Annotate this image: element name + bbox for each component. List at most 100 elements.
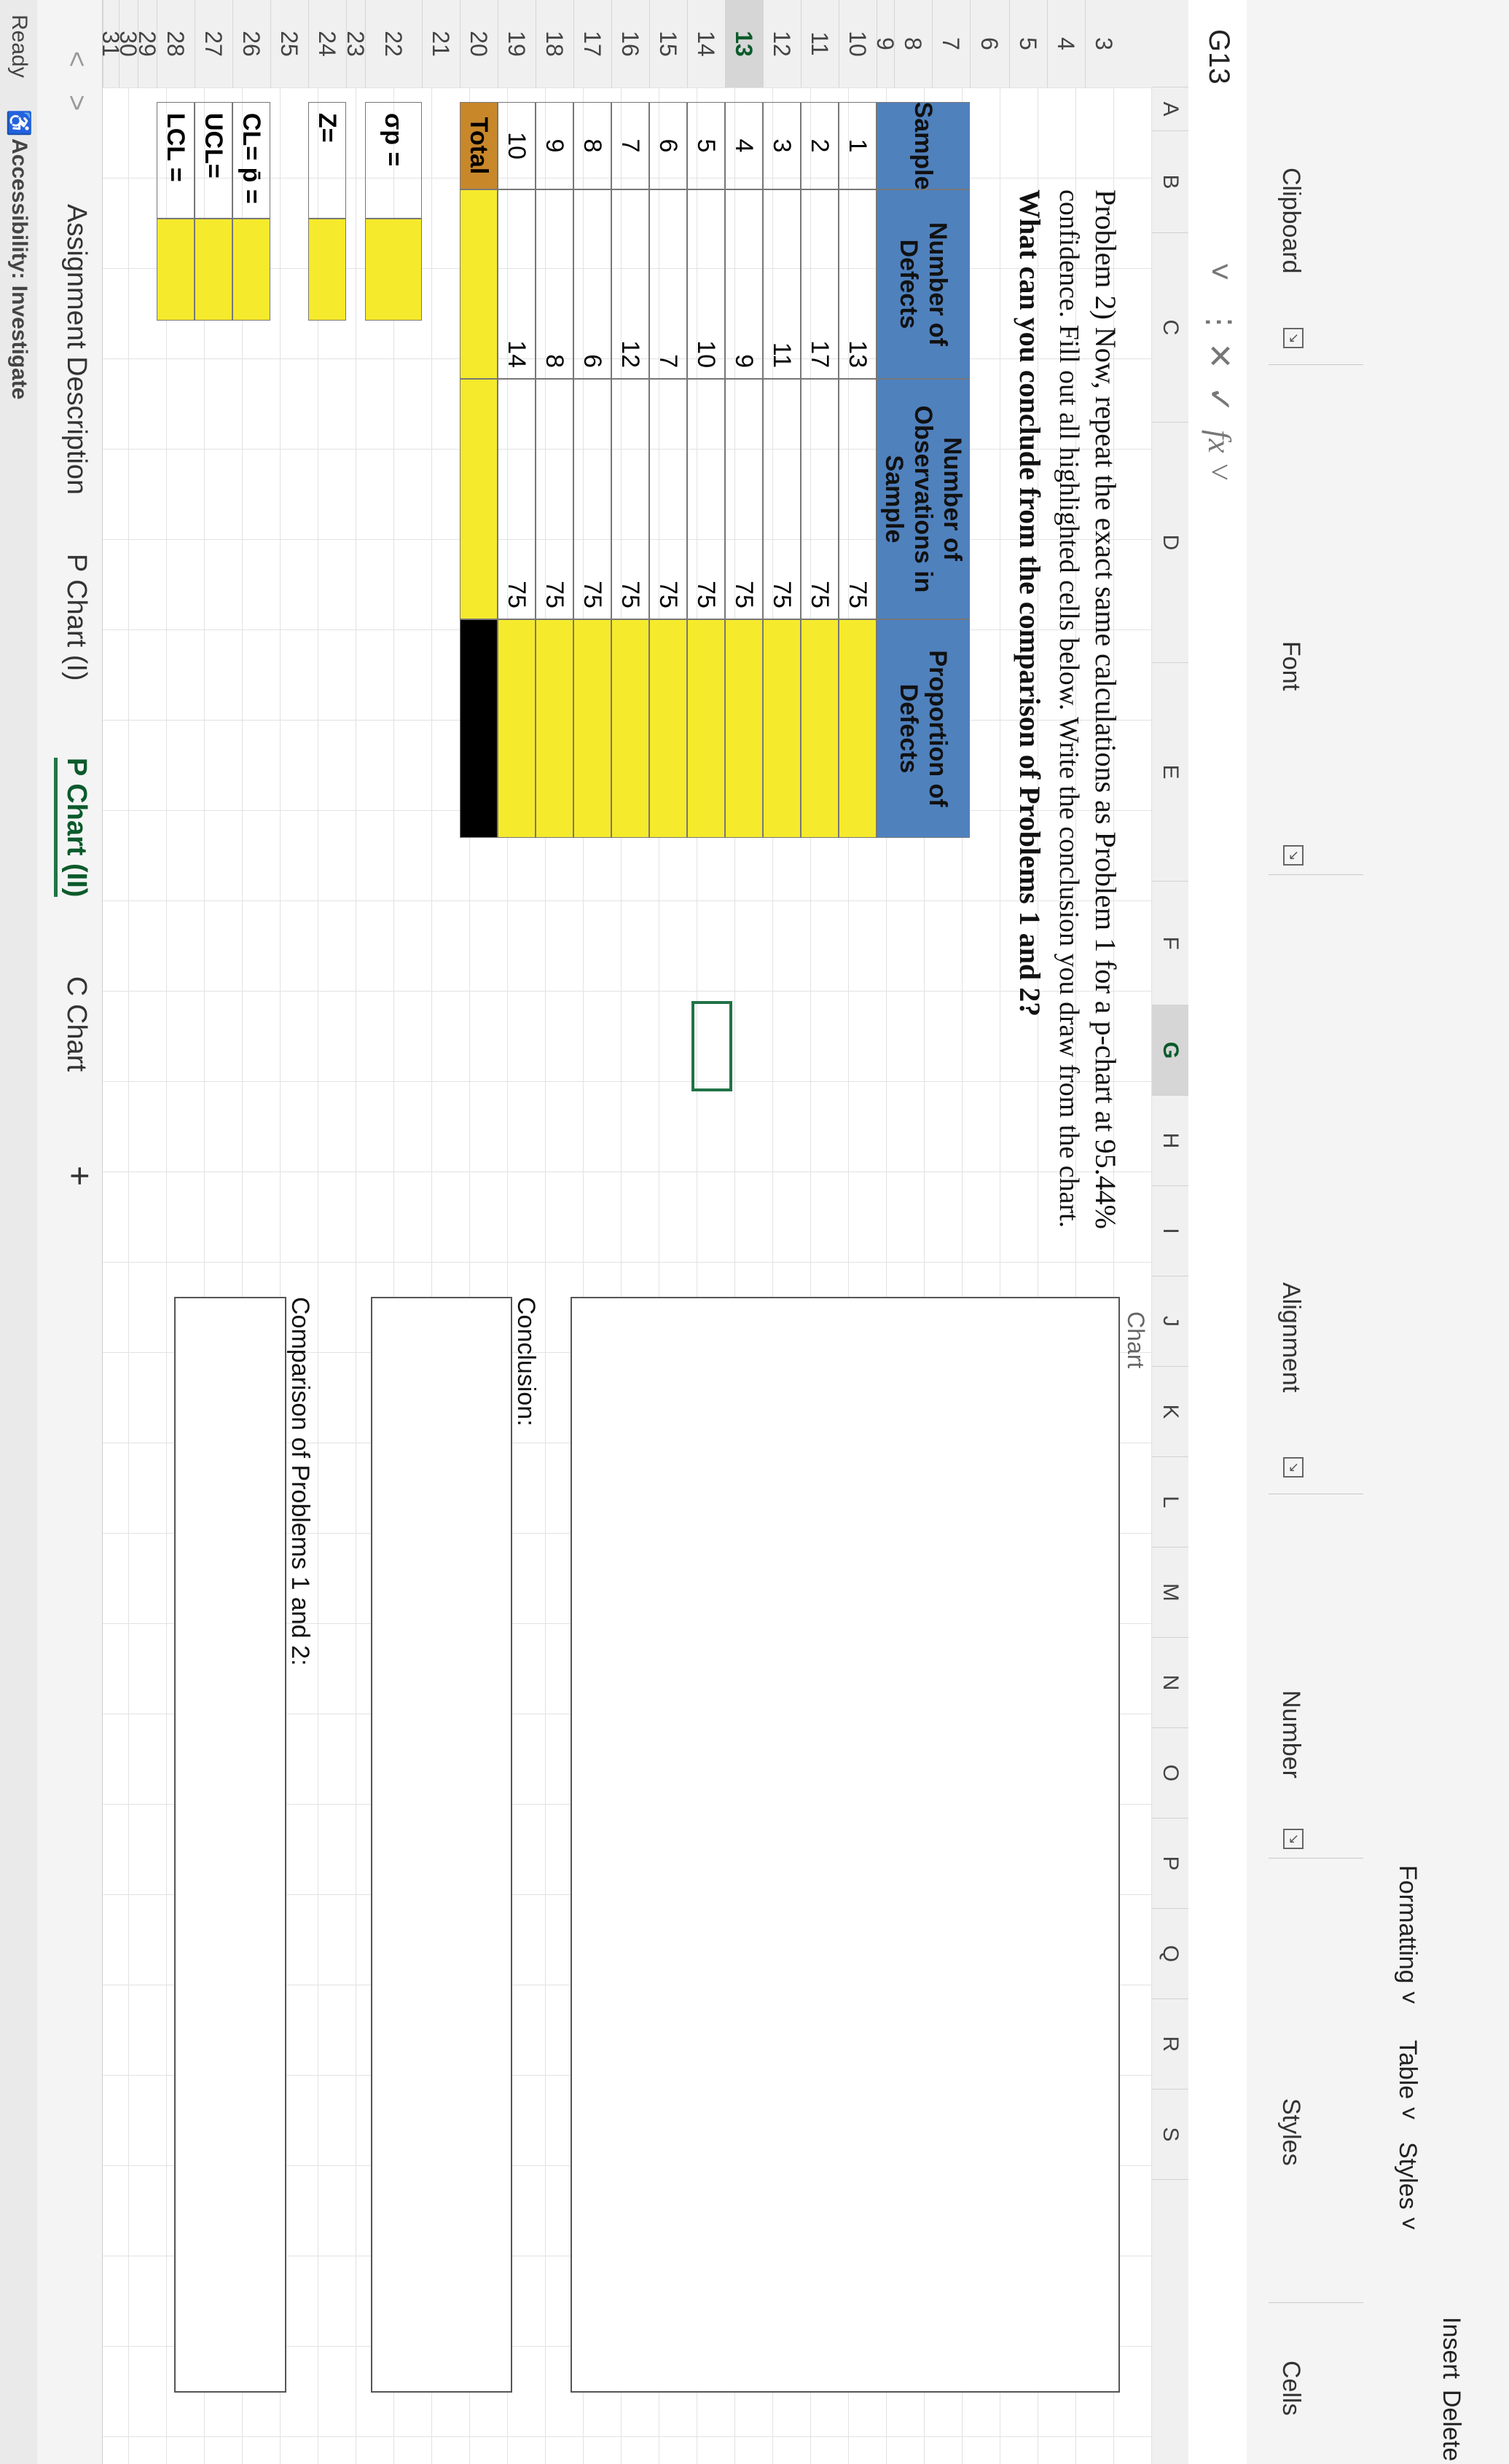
- row-header-6[interactable]: 6: [970, 0, 1009, 87]
- column-header-c[interactable]: C: [1152, 233, 1188, 423]
- row-header-18[interactable]: 18: [536, 0, 573, 87]
- add-sheet-icon[interactable]: +: [59, 1166, 99, 1186]
- row-header-26[interactable]: 26: [232, 0, 270, 87]
- alignment-launcher-icon[interactable]: ↘: [1283, 1457, 1304, 1478]
- tab-p-chart-i[interactable]: P Chart (I): [60, 554, 92, 681]
- table-row-defects[interactable]: 6: [573, 189, 611, 379]
- worksheet-grid[interactable]: Problem 2) Now, repeat the exact same ca…: [103, 87, 1152, 2464]
- row-header-13[interactable]: 13: [725, 0, 763, 87]
- selected-cell-g13[interactable]: [691, 1001, 732, 1091]
- table-row-sample[interactable]: 8: [573, 102, 611, 189]
- column-header-p[interactable]: P: [1152, 1818, 1188, 1909]
- table-row-sample[interactable]: 1: [839, 102, 877, 189]
- row-header-7[interactable]: 7: [932, 0, 970, 87]
- table-row-observations[interactable]: 75: [801, 379, 839, 619]
- comparison-box[interactable]: [174, 1297, 286, 2393]
- table-row-sample[interactable]: 10: [498, 102, 536, 189]
- column-header-a[interactable]: A: [1152, 87, 1188, 131]
- formula-input[interactable]: [1197, 481, 1239, 2451]
- lcl-input[interactable]: [157, 219, 195, 321]
- ucl-label[interactable]: UCL=: [195, 102, 232, 219]
- header-number-of-defects[interactable]: Number of Defects: [877, 189, 970, 379]
- row-header-27[interactable]: 27: [195, 0, 232, 87]
- tab-c-chart[interactable]: C Chart: [60, 976, 92, 1072]
- z-label[interactable]: Z=: [308, 102, 346, 219]
- table-row-sample[interactable]: 4: [725, 102, 763, 189]
- column-header-b[interactable]: B: [1152, 131, 1188, 233]
- enter-icon[interactable]: ✓: [1199, 386, 1239, 413]
- column-header-l[interactable]: L: [1152, 1457, 1188, 1547]
- delete-button[interactable]: Delete: [1437, 2390, 1465, 2461]
- tab-assignment-description[interactable]: Assignment Description: [60, 204, 92, 495]
- row-header-23[interactable]: 23: [342, 0, 369, 87]
- column-header-g[interactable]: G: [1152, 1005, 1188, 1096]
- tab-next-icon[interactable]: >: [60, 95, 92, 111]
- total-observations-input[interactable]: [460, 379, 498, 619]
- row-header-11[interactable]: 11: [801, 0, 839, 87]
- table-row-proportion-input[interactable]: [536, 619, 573, 838]
- row-header-28[interactable]: 28: [157, 0, 195, 87]
- column-header-d[interactable]: D: [1152, 423, 1188, 663]
- row-header-4[interactable]: 4: [1047, 0, 1085, 87]
- table-row-proportion-input[interactable]: [573, 619, 611, 838]
- conditional-formatting-button[interactable]: Formatting ˅: [1393, 1865, 1422, 2005]
- table-row-proportion-input[interactable]: [725, 619, 763, 838]
- cl-label[interactable]: CL= p̄ =: [232, 102, 270, 219]
- conclusion-box[interactable]: [371, 1297, 512, 2393]
- row-header-21[interactable]: 21: [422, 0, 460, 87]
- column-header-h[interactable]: H: [1152, 1096, 1188, 1186]
- row-header-20[interactable]: 20: [460, 0, 498, 87]
- column-header-m[interactable]: M: [1152, 1547, 1188, 1638]
- format-as-table-button[interactable]: Table ˅: [1393, 2040, 1422, 2121]
- column-header-n[interactable]: N: [1152, 1638, 1188, 1728]
- column-header-s[interactable]: S: [1152, 2090, 1188, 2180]
- column-header-r[interactable]: R: [1152, 1999, 1188, 2090]
- column-header-q[interactable]: Q: [1152, 1909, 1188, 1999]
- column-header-i[interactable]: I: [1152, 1186, 1188, 1276]
- table-row-sample[interactable]: 5: [687, 102, 725, 189]
- table-row-proportion-input[interactable]: [839, 619, 877, 838]
- ucl-input[interactable]: [195, 219, 232, 321]
- table-row-observations[interactable]: 75: [611, 379, 649, 619]
- cancel-icon[interactable]: ✕: [1199, 342, 1239, 369]
- table-row-proportion-input[interactable]: [611, 619, 649, 838]
- select-all-corner[interactable]: [1152, 0, 1188, 87]
- table-row-observations[interactable]: 75: [725, 379, 763, 619]
- chevron-down-icon[interactable]: ˅: [1199, 262, 1239, 281]
- row-header-22[interactable]: 22: [365, 0, 422, 87]
- cell-styles-button[interactable]: Styles ˅: [1393, 2142, 1422, 2231]
- table-row-observations[interactable]: 75: [687, 379, 725, 619]
- row-header-5[interactable]: 5: [1009, 0, 1047, 87]
- table-row-defects[interactable]: 12: [611, 189, 649, 379]
- font-launcher-icon[interactable]: ↘: [1283, 845, 1304, 866]
- tab-prev-icon[interactable]: <: [60, 51, 92, 67]
- clipboard-launcher-icon[interactable]: ↘: [1283, 328, 1304, 348]
- column-header-e[interactable]: E: [1152, 663, 1188, 882]
- row-header-15[interactable]: 15: [649, 0, 687, 87]
- table-row-observations[interactable]: 75: [536, 379, 573, 619]
- chart-placeholder-box[interactable]: [571, 1297, 1120, 2393]
- header-proportion-of-defects[interactable]: Proportion of Defects: [877, 619, 970, 838]
- total-label[interactable]: Total: [460, 102, 498, 189]
- table-row-defects[interactable]: 13: [839, 189, 877, 379]
- name-box[interactable]: G13: [1199, 29, 1239, 248]
- header-sample[interactable]: Sample: [877, 102, 970, 189]
- more-options-icon[interactable]: ⋮: [1199, 306, 1239, 338]
- row-header-8[interactable]: 8: [894, 0, 932, 87]
- table-row-defects[interactable]: 7: [649, 189, 687, 379]
- table-row-defects[interactable]: 17: [801, 189, 839, 379]
- table-row-observations[interactable]: 75: [763, 379, 801, 619]
- lcl-label[interactable]: LCL =: [157, 102, 195, 219]
- table-row-defects[interactable]: 11: [763, 189, 801, 379]
- row-header-14[interactable]: 14: [687, 0, 725, 87]
- insert-button[interactable]: Insert: [1437, 2317, 1465, 2379]
- row-header-25[interactable]: 25: [270, 0, 308, 87]
- table-row-observations[interactable]: 75: [649, 379, 687, 619]
- table-row-sample[interactable]: 7: [611, 102, 649, 189]
- table-row-defects[interactable]: 14: [498, 189, 536, 379]
- row-header-10[interactable]: 10: [839, 0, 877, 87]
- z-input[interactable]: [308, 219, 346, 321]
- table-row-sample[interactable]: 2: [801, 102, 839, 189]
- column-header-k[interactable]: K: [1152, 1367, 1188, 1457]
- table-row-defects[interactable]: 10: [687, 189, 725, 379]
